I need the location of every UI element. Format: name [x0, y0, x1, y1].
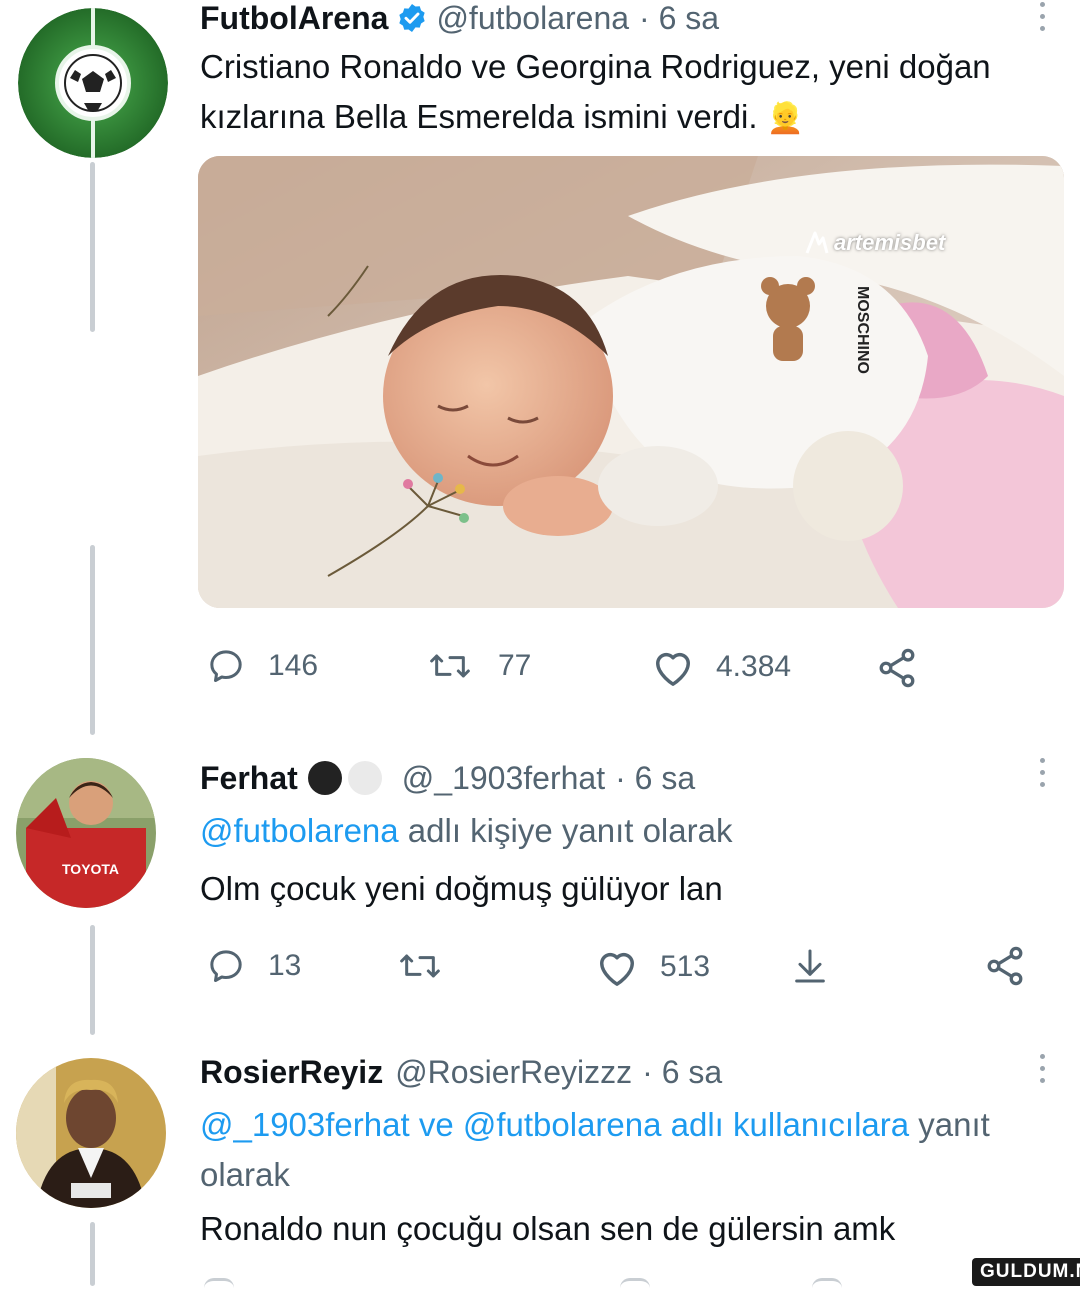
- thread-line: [90, 1222, 95, 1286]
- reply-context-text: yanıt: [909, 1106, 990, 1143]
- retweet-icon: [430, 654, 470, 678]
- thread-line: [90, 545, 95, 735]
- tweet-text-line-2: kızlarına Bella Esmerelda ismini verdi. …: [200, 92, 1060, 144]
- like-count: 513: [660, 950, 711, 983]
- site-watermark-text: GULDUM.NET: [980, 1261, 1080, 1282]
- avatar-rosierreyiz[interactable]: [16, 1058, 166, 1208]
- like-button[interactable]: 513: [594, 946, 710, 988]
- tweet-header: Ferhat @_1903ferhat · 6 sa: [200, 758, 695, 798]
- download-button[interactable]: [790, 944, 850, 988]
- site-watermark: GULDUM.NET: [972, 1258, 1080, 1286]
- display-name[interactable]: Ferhat: [200, 760, 298, 797]
- newborn-baby-photo: MOSCHINO: [198, 156, 1064, 608]
- jersey-sponsor-text: TOYOTA: [62, 861, 119, 877]
- reply-bubble-icon: [210, 950, 242, 982]
- tweet-text-line: Cristiano Ronaldo ve Georgina Rodriguez,…: [200, 48, 991, 85]
- reply-context-text: olarak: [200, 1156, 290, 1193]
- reply-button[interactable]: 13: [204, 946, 301, 986]
- display-name[interactable]: FutbolArena: [200, 0, 388, 37]
- more-options-icon[interactable]: [1040, 758, 1046, 794]
- reply-button[interactable]: 146: [204, 646, 318, 686]
- timestamp[interactable]: · 6 sa: [615, 760, 695, 797]
- like-button[interactable]: 4.384: [650, 646, 791, 688]
- tweet-media-image[interactable]: MOSCHINO artemisbet: [198, 156, 1064, 608]
- person-emoji: 👱: [766, 102, 805, 135]
- tweet-text: Cristiano Ronaldo ve Georgina Rodriguez,…: [200, 42, 1060, 144]
- like-count: 4.384: [716, 650, 792, 683]
- reply-context: @futbolarena adlı kişiye yanıt olarak: [200, 806, 732, 856]
- verified-badge-icon: [399, 4, 426, 32]
- watermark: artemisbet: [804, 230, 945, 256]
- share-icon: [879, 648, 915, 688]
- next-action-bar-partial: [200, 1276, 1060, 1286]
- reply-context-text: adlı kişiye yanıt olarak: [398, 812, 733, 849]
- handle[interactable]: @futbolarena: [436, 0, 629, 37]
- handle[interactable]: @RosierReyizzz: [395, 1054, 632, 1091]
- reply-context-line-1: @_1903ferhat ve @futbolarena adlı kullan…: [200, 1100, 1060, 1150]
- soccer-field-avatar: [18, 8, 168, 158]
- reply-count: 13: [268, 949, 302, 982]
- timestamp[interactable]: · 6 sa: [642, 1054, 722, 1091]
- tweet-text: Ronaldo nun çocuğu olsan sen de gülersin…: [200, 1210, 896, 1247]
- share-button[interactable]: [874, 646, 940, 690]
- watermark-text: artemisbet: [834, 230, 946, 255]
- mention-link[interactable]: @futbolarena: [200, 812, 399, 849]
- white-circle-emoji: [347, 761, 382, 795]
- rosierreyiz-profile-photo: [16, 1058, 166, 1208]
- avatar-ferhat[interactable]: TOYOTA: [16, 758, 156, 908]
- partial-icon: [812, 1278, 842, 1289]
- reply-count: 146: [268, 649, 319, 682]
- download-arrow-icon: [795, 949, 825, 983]
- share-button[interactable]: [982, 944, 1048, 988]
- partial-icon: [204, 1278, 234, 1289]
- retweet-button[interactable]: 77: [422, 646, 531, 686]
- moschino-logo-text: MOSCHINO: [854, 286, 871, 374]
- black-circle-emoji: [307, 761, 342, 795]
- thread-line: [90, 925, 95, 1035]
- more-options-icon[interactable]: [1040, 2, 1046, 38]
- share-icon: [987, 946, 1023, 986]
- timestamp[interactable]: · 6 sa: [639, 0, 719, 37]
- mention-links[interactable]: @_1903ferhat ve @futbolarena adlı kullan…: [200, 1106, 909, 1143]
- ferhat-profile-photo: TOYOTA: [16, 758, 156, 908]
- retweet-button[interactable]: [392, 946, 468, 986]
- heart-icon: [656, 652, 690, 686]
- heart-icon: [600, 952, 634, 986]
- more-options-icon[interactable]: [1040, 1054, 1046, 1090]
- artemisbet-logo-icon: [805, 231, 829, 254]
- reply-bubble-icon: [210, 650, 242, 682]
- avatar-futbolarena[interactable]: [18, 8, 168, 158]
- display-name[interactable]: RosierReyiz: [200, 1054, 383, 1091]
- retweet-count: 77: [498, 649, 532, 682]
- tweet-text: Olm çocuk yeni doğmuş gülüyor lan: [200, 870, 723, 907]
- tweet-text-line: kızlarına Bella Esmerelda ismini verdi.: [200, 98, 758, 135]
- tweet-header: FutbolArena @futbolarena · 6 sa: [200, 0, 719, 36]
- retweet-icon: [400, 954, 440, 978]
- tweet-header: RosierReyiz @RosierReyizzz · 6 sa: [200, 1052, 722, 1092]
- partial-icon: [620, 1278, 650, 1289]
- handle[interactable]: @_1903ferhat: [402, 760, 605, 797]
- reply-context: @_1903ferhat ve @futbolarena adlı kullan…: [200, 1100, 1060, 1200]
- thread-line: [90, 162, 95, 332]
